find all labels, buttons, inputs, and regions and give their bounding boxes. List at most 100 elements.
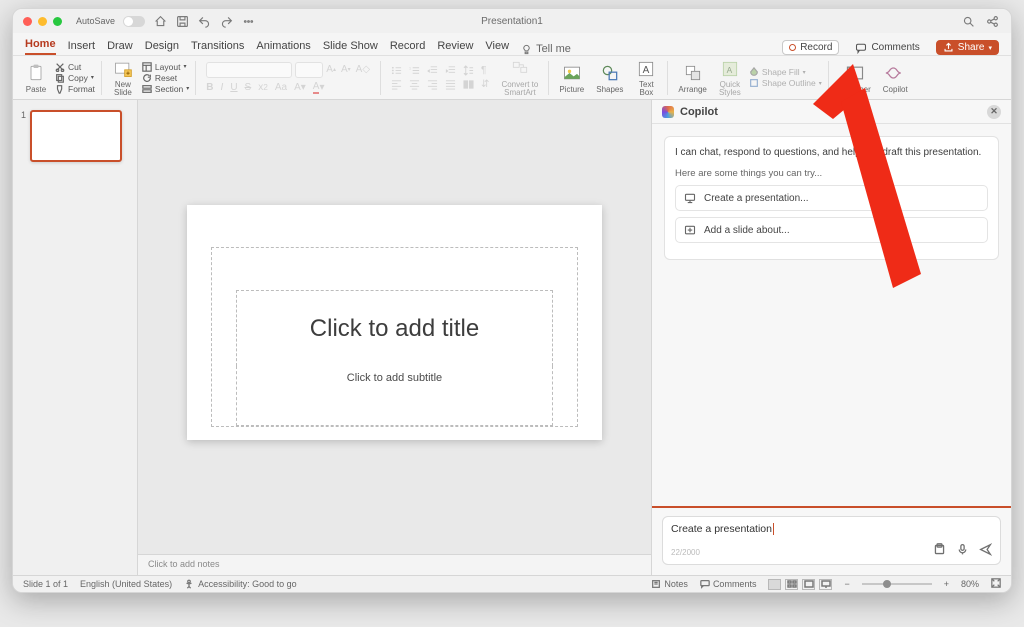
status-accessibility[interactable]: Accessibility: Good to go — [184, 579, 297, 589]
tell-me[interactable]: Tell me — [521, 43, 571, 55]
slide-canvas-area[interactable]: Click to add title Click to add subtitle — [138, 100, 651, 554]
tab-transitions[interactable]: Transitions — [191, 40, 244, 55]
reset-button[interactable]: Reset — [142, 73, 177, 83]
notes-pane[interactable]: Click to add notes — [138, 554, 651, 575]
smartart-button[interactable]: Convert toSmartArt — [497, 56, 542, 99]
zoom-value[interactable]: 80% — [961, 579, 979, 589]
case-icon[interactable]: Aa — [275, 82, 287, 93]
autosave-toggle[interactable] — [123, 16, 145, 27]
layout-button[interactable]: Layout▾ — [142, 62, 187, 72]
underline-icon[interactable]: U — [230, 82, 237, 93]
zoom-out[interactable]: − — [844, 579, 849, 589]
close-window[interactable] — [23, 17, 32, 26]
text-align-v-icon[interactable]: ⇵ — [481, 79, 489, 90]
tab-insert[interactable]: Insert — [68, 40, 96, 55]
indent-dec-icon[interactable] — [427, 65, 438, 76]
svg-text:A: A — [727, 65, 733, 75]
columns-icon[interactable] — [463, 79, 474, 90]
title-placeholder[interactable]: Click to add title — [236, 290, 553, 366]
quickstyles-icon: A — [719, 58, 741, 80]
view-reading[interactable] — [802, 579, 815, 590]
copy-button[interactable]: Copy▾ — [55, 73, 94, 83]
section-button[interactable]: Section▾ — [142, 84, 189, 94]
paste-group[interactable]: Paste — [21, 56, 51, 99]
tab-record[interactable]: Record — [390, 40, 425, 55]
zoom-in[interactable]: + — [944, 579, 949, 589]
tab-home[interactable]: Home — [25, 38, 56, 55]
shape-fill-button[interactable]: Shape Fill▾ — [749, 67, 806, 77]
save-icon[interactable] — [175, 14, 189, 28]
cut-button[interactable]: Cut — [55, 62, 81, 72]
redo-icon[interactable] — [219, 14, 233, 28]
linespace-icon[interactable] — [463, 65, 474, 76]
slide[interactable]: Click to add title Click to add subtitle — [187, 205, 602, 440]
font-size-select[interactable] — [295, 62, 323, 78]
copilot-input[interactable]: Create a presentation 22/2000 — [662, 516, 1001, 565]
copilot-intro: I can chat, respond to questions, and he… — [675, 147, 988, 158]
attach-icon[interactable] — [933, 543, 946, 561]
copilot-sugg-addslide[interactable]: Add a slide about... — [675, 217, 988, 243]
record-button[interactable]: Record — [782, 40, 839, 55]
comments-button[interactable]: Comments — [849, 41, 925, 55]
arrange-button[interactable]: Arrange — [674, 56, 710, 99]
italic-icon[interactable]: I — [221, 82, 224, 93]
quickstyles-button[interactable]: A QuickStyles — [715, 56, 745, 99]
grow-font-icon[interactable]: A▴ — [326, 64, 336, 75]
para-group: 1 ¶ ⇵ — [387, 56, 493, 99]
shapes-button[interactable]: Shapes — [592, 56, 627, 99]
shape-outline-button[interactable]: Shape Outline▾ — [749, 78, 822, 88]
copilot-sugg-create[interactable]: Create a presentation... — [675, 185, 988, 211]
picture-button[interactable]: Picture — [555, 56, 588, 99]
undo-icon[interactable] — [197, 14, 211, 28]
tab-design[interactable]: Design — [145, 40, 179, 55]
status-notes[interactable]: Notes — [651, 579, 688, 589]
textdir-icon[interactable]: ¶ — [481, 65, 486, 76]
search-icon[interactable] — [961, 14, 975, 28]
font-color-icon[interactable]: A▾ — [313, 81, 325, 94]
tab-slideshow[interactable]: Slide Show — [323, 40, 378, 55]
share-button[interactable]: Share▾ — [936, 40, 999, 55]
fit-window-icon[interactable] — [991, 578, 1001, 590]
strike-icon[interactable]: S — [245, 82, 252, 93]
clear-format-icon[interactable]: A◇ — [356, 64, 370, 75]
indent-inc-icon[interactable] — [445, 65, 456, 76]
tab-draw[interactable]: Draw — [107, 40, 133, 55]
new-slide-button[interactable]: NewSlide — [108, 56, 138, 99]
shrink-font-icon[interactable]: A▾ — [341, 64, 351, 75]
numbering-icon[interactable]: 1 — [409, 65, 420, 76]
tab-animations[interactable]: Animations — [256, 40, 310, 55]
view-sorter[interactable] — [785, 579, 798, 590]
status-lang[interactable]: English (United States) — [80, 579, 172, 589]
align-center-icon[interactable] — [409, 79, 420, 90]
status-comments[interactable]: Comments — [700, 579, 757, 589]
more-icon[interactable] — [241, 14, 255, 28]
bullets-icon[interactable] — [391, 65, 402, 76]
tab-view[interactable]: View — [485, 40, 509, 55]
sub-super-icon[interactable]: x2 — [258, 82, 268, 93]
align-right-icon[interactable] — [427, 79, 438, 90]
bold-icon[interactable]: B — [206, 82, 213, 93]
subtitle-placeholder[interactable]: Click to add subtitle — [236, 366, 553, 426]
send-icon[interactable] — [979, 543, 992, 561]
designer-button[interactable]: Designer — [835, 56, 875, 99]
svg-text:1: 1 — [409, 67, 411, 71]
justify-icon[interactable] — [445, 79, 456, 90]
highlight-icon[interactable]: A▾ — [294, 82, 306, 93]
view-slideshow[interactable] — [819, 579, 832, 590]
textbox-button[interactable]: A TextBox — [631, 56, 661, 99]
zoom-window[interactable] — [53, 17, 62, 26]
copilot-close-button[interactable]: ✕ — [987, 105, 1001, 119]
minimize-window[interactable] — [38, 17, 47, 26]
align-left-icon[interactable] — [391, 79, 402, 90]
ribbon: Paste Cut Copy▾ Format NewSlide Layout▾ … — [13, 55, 1011, 100]
mic-icon[interactable] — [956, 543, 969, 561]
home-icon[interactable] — [153, 14, 167, 28]
slide-thumbnail-1[interactable] — [30, 110, 122, 162]
format-painter[interactable]: Format — [55, 84, 95, 94]
font-family-select[interactable] — [206, 62, 292, 78]
share-link-icon[interactable] — [985, 14, 999, 28]
view-normal[interactable] — [768, 579, 781, 590]
zoom-slider[interactable] — [862, 583, 932, 585]
copilot-ribbon-button[interactable]: Copilot — [879, 56, 912, 99]
tab-review[interactable]: Review — [437, 40, 473, 55]
